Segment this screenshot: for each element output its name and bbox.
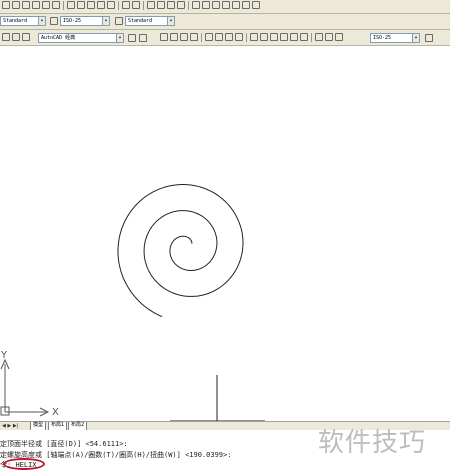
pan-icon[interactable]: [147, 1, 155, 9]
sheet-set-icon[interactable]: [222, 1, 230, 9]
help-icon[interactable]: [252, 1, 260, 9]
text-style-value: Standard: [3, 18, 28, 24]
dim-style-select[interactable]: ISO-25 ▾: [60, 16, 110, 26]
copy-icon[interactable]: [77, 1, 85, 9]
preview-icon[interactable]: [42, 1, 50, 9]
separator: [143, 1, 144, 10]
highlight-circle: [3, 458, 45, 470]
baseline-dim-icon[interactable]: [260, 33, 268, 41]
watermark-text: 软件技巧: [318, 428, 427, 458]
calculator-icon[interactable]: [242, 1, 250, 9]
center-mark-icon[interactable]: [300, 33, 308, 41]
dim-style-icon[interactable]: [50, 17, 58, 25]
layer-previous-icon[interactable]: [22, 33, 30, 41]
separator: [311, 33, 312, 42]
separator: [118, 1, 119, 10]
table-style-icon[interactable]: [115, 17, 123, 25]
diameter-dim-icon[interactable]: [225, 33, 233, 41]
table-style-select[interactable]: Standard ▾: [125, 16, 175, 26]
standard-toolbar-icons: [2, 1, 260, 10]
zoom-previous-icon[interactable]: [177, 1, 185, 9]
arc-length-icon[interactable]: [180, 33, 188, 41]
workspace-left-icons: [2, 33, 30, 41]
print-icon[interactable]: [32, 1, 40, 9]
paste-icon[interactable]: [87, 1, 95, 9]
chevron-down-icon: ▾: [412, 34, 419, 42]
dimension-toolbar-icons: [160, 33, 343, 42]
ucs-icon: Y X: [0, 350, 59, 418]
publish-icon[interactable]: [52, 1, 60, 9]
continue-dim-icon[interactable]: [270, 33, 278, 41]
workspace-settings-icon[interactable]: [128, 34, 136, 42]
chevron-down-icon: ▾: [116, 34, 123, 42]
zoom-realtime-icon[interactable]: [157, 1, 165, 9]
chevron-down-icon: ▾: [38, 17, 45, 25]
dim-edit-icon[interactable]: [315, 33, 323, 41]
chevron-down-icon: ▾: [167, 17, 174, 25]
tab-nav-buttons[interactable]: ◀ ▶ ▶|: [2, 422, 18, 430]
undo-icon[interactable]: [122, 1, 130, 9]
workspace-select[interactable]: AutoCAD 经典 ▾: [38, 33, 124, 43]
helix-spiral: [117, 184, 244, 318]
dim-style-select-2[interactable]: ISO-25 ▾: [370, 33, 420, 43]
drawing-svg: Y X: [0, 184, 265, 422]
text-style-select[interactable]: Standard ▾: [0, 16, 46, 26]
open-file-icon[interactable]: [12, 1, 20, 9]
dim-update-icon[interactable]: [335, 33, 343, 41]
separator: [63, 1, 64, 10]
styles-toolbar: Standard ▾ ISO-25 ▾ Standard ▾: [0, 14, 450, 30]
linear-dim-icon[interactable]: [160, 33, 168, 41]
zoom-window-icon[interactable]: [167, 1, 175, 9]
workspace-save-icon[interactable]: [139, 34, 147, 42]
new-file-icon[interactable]: [2, 1, 10, 9]
ucs-y-label: Y: [0, 350, 8, 361]
block-editor-icon[interactable]: [107, 1, 115, 9]
quick-dim-icon[interactable]: [250, 33, 258, 41]
properties-icon[interactable]: [192, 1, 200, 9]
workspace-value: AutoCAD 经典: [41, 35, 76, 41]
chevron-down-icon: ▾: [102, 17, 109, 25]
layer-icon[interactable]: [2, 33, 10, 41]
markup-icon[interactable]: [232, 1, 240, 9]
tool-palettes-icon[interactable]: [212, 1, 220, 9]
ordinate-dim-icon[interactable]: [190, 33, 198, 41]
command-history-line-1: 定顶面半径或 [直径(D)] <54.6111>:: [0, 440, 128, 448]
dim-style-manager-icon[interactable]: [425, 34, 433, 42]
workspace-toolbar: AutoCAD 经典 ▾ ISO-25 ▾: [0, 30, 450, 46]
dim-text-edit-icon[interactable]: [325, 33, 333, 41]
cut-icon[interactable]: [67, 1, 75, 9]
table-style-value: Standard: [128, 18, 153, 24]
jogged-dim-icon[interactable]: [215, 33, 223, 41]
standard-toolbar: [0, 0, 450, 14]
radius-dim-icon[interactable]: [205, 33, 213, 41]
dim-style-2-value: ISO-25: [373, 35, 392, 41]
drawing-canvas[interactable]: Y X: [0, 46, 450, 422]
match-properties-icon[interactable]: [97, 1, 105, 9]
separator: [246, 33, 247, 42]
ucs-x-label: X: [52, 407, 59, 418]
aligned-dim-icon[interactable]: [170, 33, 178, 41]
save-icon[interactable]: [22, 1, 30, 9]
dim-style-value: ISO-25: [63, 18, 82, 24]
separator: [188, 1, 189, 10]
separator: [201, 33, 202, 42]
angular-dim-icon[interactable]: [235, 33, 243, 41]
redo-icon[interactable]: [132, 1, 140, 9]
tolerance-icon[interactable]: [290, 33, 298, 41]
layer-state-icon[interactable]: [12, 33, 20, 41]
design-center-icon[interactable]: [202, 1, 210, 9]
leader-icon[interactable]: [280, 33, 288, 41]
